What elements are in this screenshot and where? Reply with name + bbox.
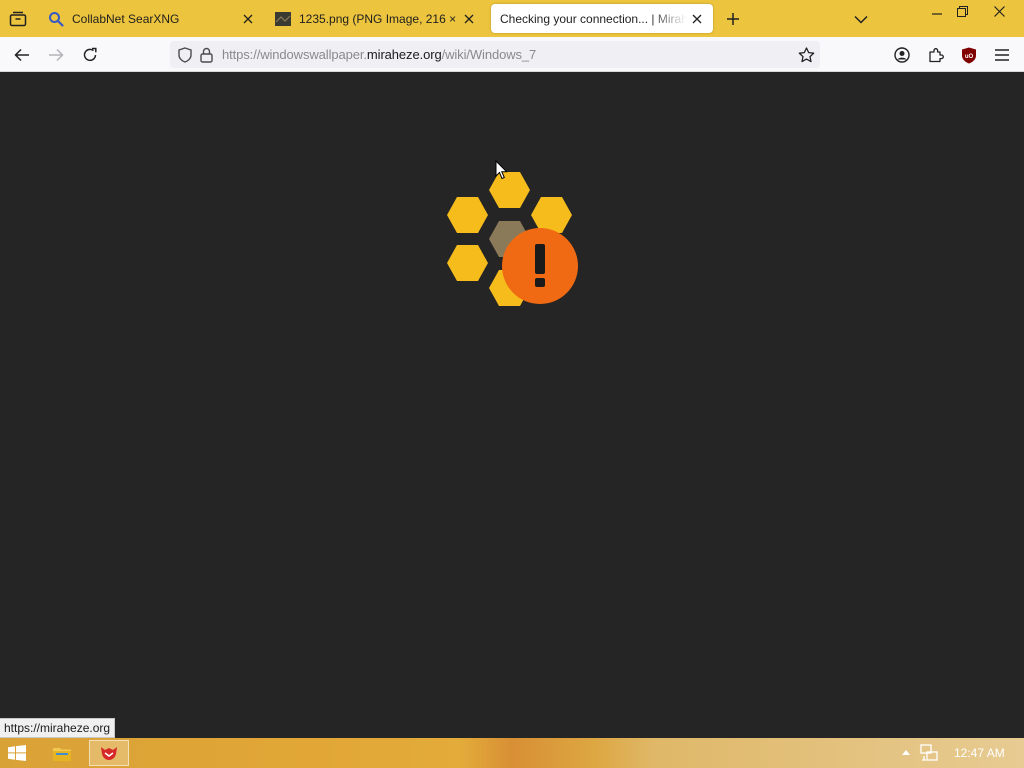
tab-title: CollabNet SearXNG [72, 11, 180, 26]
miraheze-hexagon-logo [447, 172, 578, 306]
bookmark-star-icon[interactable] [798, 46, 815, 63]
search-icon [48, 11, 64, 27]
taskbar-firefox[interactable] [89, 740, 129, 766]
minimize-icon [932, 13, 942, 15]
forward-button[interactable] [43, 42, 69, 68]
windows-start-icon[interactable] [8, 745, 26, 761]
puzzle-piece-icon [929, 48, 944, 63]
account-icon [894, 47, 910, 63]
close-tab-icon[interactable] [687, 9, 707, 29]
chevron-down-icon [854, 15, 868, 24]
windows-taskbar: 12:47 AM [0, 738, 1024, 768]
list-all-tabs-button[interactable] [850, 8, 872, 30]
exclamation-dot [535, 278, 545, 287]
account-button[interactable] [889, 42, 915, 68]
tab-title: 1235.png (PNG Image, 216 × 83 [299, 11, 459, 26]
reload-button[interactable] [77, 42, 103, 68]
reload-icon [83, 47, 97, 62]
tab-list-button[interactable] [6, 7, 30, 31]
close-tab-icon[interactable] [238, 9, 258, 29]
hexagon-shape [447, 197, 488, 233]
tab-png-image[interactable]: 1235.png (PNG Image, 216 × 83 [265, 4, 485, 33]
hexagon-shape [447, 245, 488, 281]
chevron-up-icon [902, 749, 910, 755]
network-icon[interactable] [920, 744, 938, 762]
hamburger-menu-icon [995, 49, 1009, 61]
address-bar[interactable]: https://windowswallpaper.miraheze.org/wi… [170, 41, 820, 68]
exclamation-bar [535, 244, 545, 274]
arrow-right-icon [49, 48, 64, 62]
plus-icon [727, 13, 739, 25]
close-tab-icon[interactable] [459, 9, 479, 29]
show-hidden-icons-button[interactable] [900, 746, 912, 758]
file-explorer-icon [53, 747, 71, 761]
close-icon [993, 5, 1005, 17]
close-window-button[interactable] [983, 0, 1015, 22]
mouse-cursor-icon [495, 160, 508, 180]
navigation-toolbar: https://windowswallpaper.miraheze.org/wi… [0, 37, 1024, 72]
tab-title: Checking your connection... | Mirah [500, 11, 687, 26]
ublock-shield-icon: uO [962, 47, 976, 63]
arrow-left-icon [14, 48, 29, 62]
tab-strip: CollabNet SearXNG 1235.png (PNG Image, 2… [0, 0, 1024, 37]
taskbar-file-explorer[interactable] [42, 740, 82, 766]
url-text[interactable]: https://windowswallpaper.miraheze.org/wi… [222, 47, 536, 62]
tab-checking-connection[interactable]: Checking your connection... | Mirah [491, 4, 713, 33]
ublock-origin-button[interactable]: uO [956, 42, 982, 68]
taskbar-clock[interactable]: 12:47 AM [954, 746, 1005, 760]
restore-button[interactable] [946, 0, 978, 22]
restore-icon [956, 5, 968, 17]
new-tab-button[interactable] [722, 8, 744, 30]
tab-list-icon [9, 11, 27, 27]
image-thumbnail-icon [275, 11, 291, 27]
hexagon-shape [531, 197, 572, 233]
tab-searxng[interactable]: CollabNet SearXNG [38, 4, 264, 33]
app-menu-button[interactable] [989, 42, 1015, 68]
link-status-tooltip: https://miraheze.org [0, 718, 116, 738]
shield-icon[interactable] [176, 46, 193, 63]
firefox-browser-icon [101, 747, 117, 760]
back-button[interactable] [9, 42, 35, 68]
extensions-button[interactable] [923, 42, 949, 68]
svg-text:uO: uO [965, 54, 974, 60]
lock-icon[interactable] [198, 46, 215, 63]
